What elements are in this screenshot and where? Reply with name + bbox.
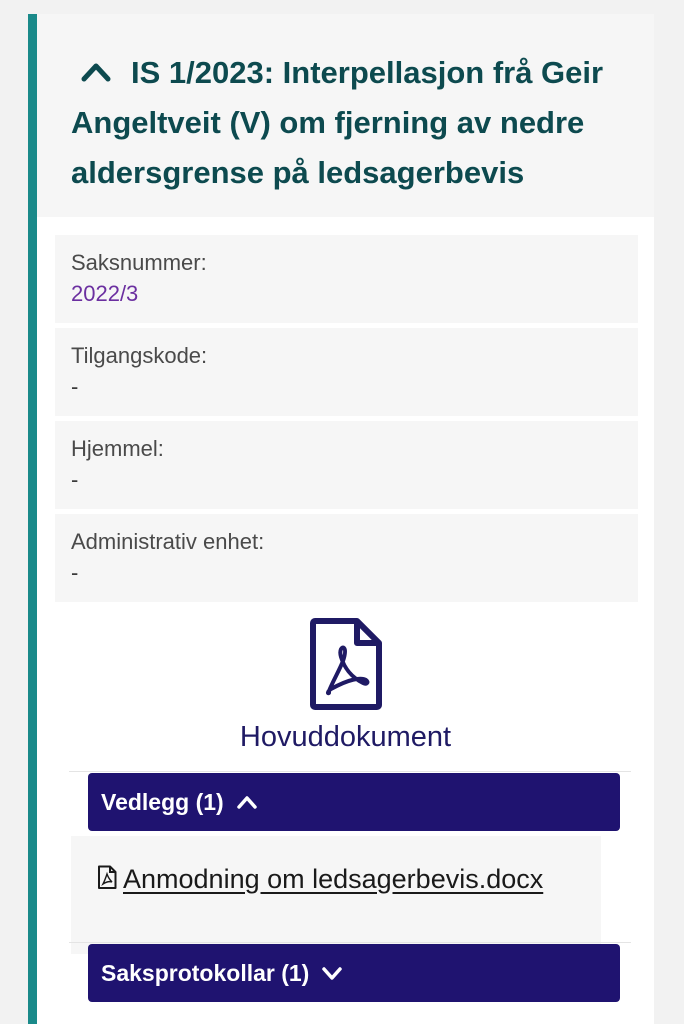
meta-value: - (71, 560, 79, 585)
divider (69, 771, 631, 772)
attachment-link[interactable]: Anmodning om ledsagerbevis.docx (97, 864, 543, 894)
main-document-label[interactable]: Hovuddokument (37, 717, 654, 757)
case-title-text: IS 1/2023: Interpellasjon frå Geir Angel… (71, 55, 604, 190)
meta-row-administrativ-enhet: Administrativ enhet: - (55, 514, 638, 602)
meta-label: Administrativ enhet: (71, 529, 265, 554)
case-title[interactable]: IS 1/2023: Interpellasjon frå Geir Angel… (71, 48, 634, 198)
meta-row-tilgangskode: Tilgangskode: - (55, 328, 638, 416)
attachments-toggle-button[interactable]: Vedlegg (1) (88, 773, 620, 831)
protocols-toggle-button[interactable]: Saksprotokollar (1) (88, 944, 620, 1002)
meta-label: Hjemmel: (71, 436, 164, 461)
attachment-list-item: Anmodning om ledsagerbevis.docx (71, 836, 601, 954)
case-card: IS 1/2023: Interpellasjon frå Geir Angel… (28, 14, 654, 1024)
pdf-file-icon (98, 865, 117, 889)
case-metadata: Saksnummer: 2022/3 Tilgangskode: - Hjemm… (55, 235, 638, 607)
meta-label: Saksnummer: (71, 250, 207, 275)
main-document-link[interactable]: Hovuddokument (37, 617, 654, 757)
protocols-toggle-label: Saksprotokollar (1) (101, 960, 310, 986)
meta-value: - (71, 374, 79, 399)
meta-label: Tilgangskode: (71, 343, 208, 368)
chevron-up-icon[interactable] (81, 60, 111, 82)
attachment-filename[interactable]: Anmodning om ledsagerbevis.docx (123, 864, 543, 894)
meta-row-saksnummer: Saksnummer: 2022/3 (55, 235, 638, 323)
chevron-up-icon (236, 796, 257, 809)
case-header[interactable]: IS 1/2023: Interpellasjon frå Geir Angel… (37, 14, 654, 217)
attachments-toggle-label: Vedlegg (1) (101, 789, 224, 815)
meta-value: - (71, 467, 79, 492)
case-number-link[interactable]: 2022/3 (71, 277, 638, 311)
divider (69, 942, 631, 943)
pdf-file-icon[interactable] (309, 617, 383, 711)
meta-row-hjemmel: Hjemmel: - (55, 421, 638, 509)
chevron-down-icon (322, 967, 343, 980)
